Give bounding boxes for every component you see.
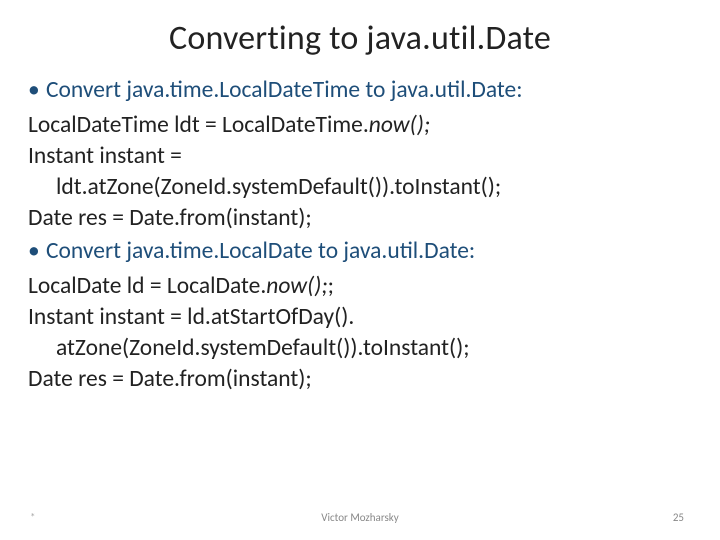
code-1-line-4: Date res = Date.from(instant);	[28, 203, 692, 234]
bullet-1: • Convert java.time.LocalDateTime to jav…	[28, 75, 692, 106]
slide-title: Converting to java.util.Date	[28, 18, 692, 59]
footer-author: Victor Mozharsky	[321, 511, 399, 524]
code-text: ;	[328, 272, 334, 300]
code-2-line-4: Date res = Date.from(instant);	[28, 364, 692, 395]
code-1-line-1: LocalDateTime ldt = LocalDateTime.now();	[28, 110, 692, 141]
code-1-line-3: ldt.atZone(ZoneId.systemDefault()).toIns…	[56, 172, 692, 203]
slide: Converting to java.util.Date • Convert j…	[0, 0, 720, 540]
code-2-line-2: Instant instant = ld.atStartOfDay().	[28, 302, 692, 333]
page-number: 25	[673, 511, 684, 524]
code-text-italic: now();	[369, 111, 430, 139]
code-2-line-3: atZone(ZoneId.systemDefault()).toInstant…	[56, 333, 692, 364]
code-1-line-2: Instant instant =	[28, 141, 692, 172]
code-text: LocalDate ld = LocalDate.	[28, 272, 266, 300]
bullet-2: • Convert java.time.LocalDate to java.ut…	[28, 236, 692, 267]
code-text-italic: now();	[266, 272, 327, 300]
code-text: LocalDateTime ldt = LocalDateTime.	[28, 111, 369, 139]
bullet-2-text: Convert java.time.LocalDate to java.util…	[46, 236, 475, 267]
slide-content: • Convert java.time.LocalDateTime to jav…	[28, 75, 692, 395]
bullet-1-text: Convert java.time.LocalDateTime to java.…	[46, 75, 523, 106]
code-2-line-1: LocalDate ld = LocalDate.now();;	[28, 271, 692, 302]
bullet-dot-icon: •	[28, 236, 46, 267]
footer-marker: *	[30, 511, 35, 524]
bullet-dot-icon: •	[28, 75, 46, 106]
